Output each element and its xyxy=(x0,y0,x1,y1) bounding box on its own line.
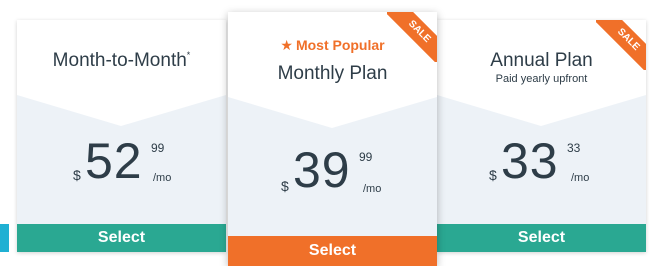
card-header-chevron xyxy=(228,94,437,128)
price-cents: 99 xyxy=(359,150,373,164)
card-header-chevron xyxy=(17,92,226,126)
star-icon: ★ xyxy=(280,37,293,53)
plan-price: $ 52 99 /mo xyxy=(17,132,226,192)
card-header-chevron xyxy=(437,92,646,126)
price-amount: 52 xyxy=(85,133,143,189)
left-accent-bar xyxy=(0,224,9,252)
plan-title-asterisk: * xyxy=(186,50,191,60)
price-currency: $ xyxy=(489,167,497,183)
sale-ribbon-label: SALE xyxy=(387,12,437,62)
price-amount: 33 xyxy=(501,133,559,189)
sale-ribbon: SALE xyxy=(387,12,437,62)
plan-title: Month-to-Month* xyxy=(17,50,226,72)
select-button-monthly[interactable]: Select xyxy=(228,236,437,266)
sale-ribbon: SALE xyxy=(596,20,646,70)
price-cents: 33 xyxy=(567,141,581,155)
price-period: /mo xyxy=(571,172,590,184)
plan-title: Monthly Plan xyxy=(277,63,388,84)
price-currency: $ xyxy=(281,178,289,194)
plan-card-annual: Annual Plan Paid yearly upfront $ 33 33 … xyxy=(437,20,646,252)
plan-card-month-to-month: Month-to-Month* $ 52 99 /mo Select xyxy=(17,20,226,252)
price-amount: 39 xyxy=(293,142,351,198)
plan-price: $ 33 33 /mo xyxy=(437,132,646,192)
price-cents: 99 xyxy=(151,141,165,155)
select-button-month-to-month[interactable]: Select xyxy=(17,224,226,252)
sale-ribbon-label: SALE xyxy=(596,20,646,70)
price-period: /mo xyxy=(153,172,172,184)
most-popular-text: Most Popular xyxy=(295,37,385,53)
plan-title-text: Month-to-Month xyxy=(52,50,187,71)
plan-card-monthly-featured: ★ Most Popular Monthly Plan $ 39 99 /mo S… xyxy=(228,12,437,266)
select-button-annual[interactable]: Select xyxy=(437,224,646,252)
price-currency: $ xyxy=(73,167,81,183)
plan-subtitle: Paid yearly upfront xyxy=(495,73,588,85)
plan-price: $ 39 99 /mo xyxy=(228,141,437,201)
price-period: /mo xyxy=(363,183,382,195)
